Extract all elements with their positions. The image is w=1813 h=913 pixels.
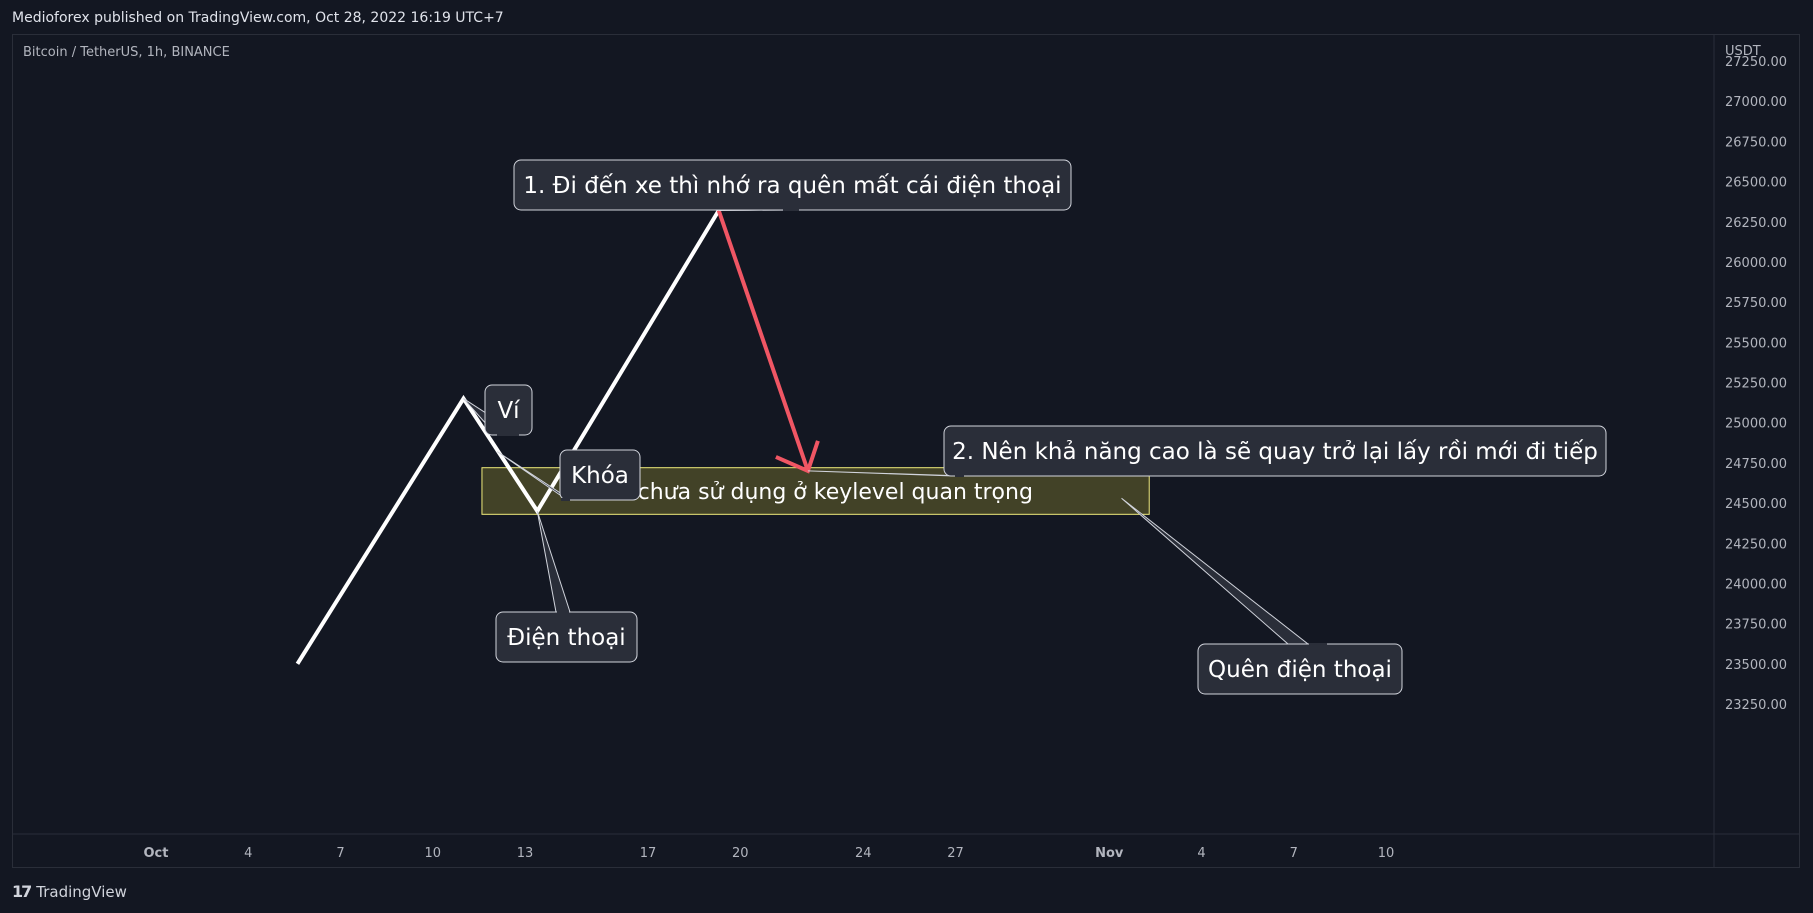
tradingview-logo-icon: 17 — [12, 882, 32, 901]
down-path-line[interactable] — [716, 209, 810, 472]
price-tick-label: 25250.00 — [1725, 377, 1787, 392]
callout-text: Quên điện thoại — [1208, 657, 1392, 683]
time-tick-label: 4 — [244, 846, 252, 861]
down-path-arrowhead — [775, 440, 820, 474]
callout-pointer-join — [561, 498, 570, 501]
callout-pointer — [1121, 497, 1310, 645]
price-tick-label: 26250.00 — [1725, 216, 1787, 231]
callout-pointer-join — [955, 474, 964, 477]
callout-pointer — [536, 510, 571, 613]
price-tick-label: 24000.00 — [1725, 577, 1787, 592]
time-tick-label: 7 — [1290, 846, 1298, 861]
time-tick-label: 27 — [947, 846, 964, 861]
symbol-title: Bitcoin / TetherUS, 1h, BINANCE — [23, 45, 230, 60]
time-tick-label: 17 — [640, 846, 657, 861]
time-tick-label: Nov — [1095, 846, 1124, 861]
callout-text: Điện thoại — [507, 625, 625, 651]
price-tick-label: 26000.00 — [1725, 256, 1787, 271]
callout-pointer-join — [1309, 643, 1327, 646]
tradingview-logo[interactable]: 17 TradingView — [12, 882, 127, 901]
time-tick-label: 7 — [336, 846, 344, 861]
callout-text: Ví — [497, 398, 520, 424]
callout-text: 1. Đi đến xe thì nhớ ra quên mất cái điệ… — [523, 173, 1061, 199]
up-path-line[interactable] — [295, 209, 721, 665]
price-tick-label: 25000.00 — [1725, 417, 1787, 432]
time-tick-label: 24 — [855, 846, 872, 861]
time-tick-label: Oct — [144, 846, 169, 861]
price-tick-label: 25750.00 — [1725, 296, 1787, 311]
price-tick-label: 27000.00 — [1725, 95, 1787, 110]
callout-pointer-join — [497, 433, 519, 436]
price-tick-label: 23500.00 — [1725, 658, 1787, 673]
price-tick-label: 26500.00 — [1725, 176, 1787, 191]
price-tick-label: 23750.00 — [1725, 618, 1787, 633]
callout-pointer-join — [783, 208, 799, 211]
chart-plot[interactable]: USDT27250.0027000.0026750.0026500.002625… — [0, 0, 1813, 913]
time-tick-label: 13 — [517, 846, 534, 861]
tradingview-logo-text: TradingView — [36, 882, 127, 901]
price-tick-label: 24500.00 — [1725, 497, 1787, 512]
time-tick-label: 10 — [1378, 846, 1395, 861]
time-tick-label: 10 — [424, 846, 441, 861]
price-tick-label: 25500.00 — [1725, 336, 1787, 351]
price-tick-label: 26750.00 — [1725, 135, 1787, 150]
price-tick-label: 24250.00 — [1725, 537, 1787, 552]
price-tick-label: 27250.00 — [1725, 55, 1787, 70]
price-tick-label: 23250.00 — [1725, 698, 1787, 713]
callout-text: Khóa — [571, 463, 629, 489]
callout-pointer-join — [557, 611, 569, 614]
order-block-label: OB chưa sử dụng ở keylevel quan trọng — [598, 480, 1033, 505]
callout-text: 2. Nên khả năng cao là sẽ quay trở lại l… — [952, 439, 1598, 465]
time-tick-label: 20 — [732, 846, 749, 861]
price-tick-label: 24750.00 — [1725, 457, 1787, 472]
time-tick-label: 4 — [1197, 846, 1205, 861]
